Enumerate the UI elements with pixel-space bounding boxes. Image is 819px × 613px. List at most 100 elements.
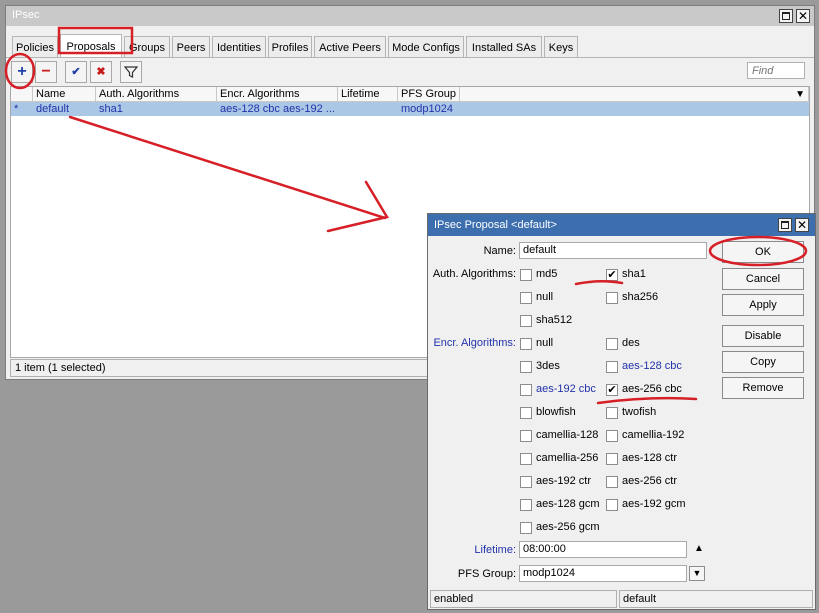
lifetime-label: Lifetime: xyxy=(474,544,516,556)
tab-groups[interactable]: Groups xyxy=(124,36,170,58)
encr-checkbox-aes-192-gcm[interactable] xyxy=(606,499,618,511)
tab-active-peers[interactable]: Active Peers xyxy=(314,36,386,58)
encr-checkbox-des[interactable] xyxy=(606,338,618,350)
tab-policies[interactable]: Policies xyxy=(12,36,58,58)
encr-label-aes-128-ctr: aes-128 ctr xyxy=(622,452,678,464)
disable-button[interactable]: ✖ xyxy=(90,61,112,83)
encr-label-null: null xyxy=(536,337,554,349)
auth-label-null: null xyxy=(536,291,554,303)
remove-button[interactable]: Remove xyxy=(722,377,804,399)
encr-label-aes-128-cbc: aes-128 cbc xyxy=(622,360,682,372)
lifetime-field[interactable]: 08:00:00 xyxy=(519,541,687,558)
column-filler: ▼ xyxy=(460,87,809,102)
find-input[interactable] xyxy=(747,62,805,79)
auth-label-sha512: sha512 xyxy=(536,314,573,326)
close-icon[interactable]: ✕ xyxy=(795,218,809,232)
auth-label-md5: md5 xyxy=(536,268,558,280)
tab-installed-sas[interactable]: Installed SAs xyxy=(466,36,542,58)
tab-proposals[interactable]: Proposals xyxy=(60,34,122,58)
encr-label-aes-256-gcm: aes-256 gcm xyxy=(536,521,600,533)
encr-algorithms-label: Encr. Algorithms: xyxy=(433,337,516,349)
encr-checkbox-aes-128-cbc[interactable] xyxy=(606,361,618,373)
filter-icon xyxy=(123,66,139,78)
encr-label-aes-192-ctr: aes-192 ctr xyxy=(536,475,592,487)
collapse-icon[interactable]: ▲ xyxy=(694,543,704,554)
encr-checkbox-aes-192-cbc[interactable] xyxy=(520,384,532,396)
encr-label-des: des xyxy=(622,337,640,349)
column-lifetime[interactable]: Lifetime xyxy=(338,87,398,102)
encr-checkbox-aes-256-ctr[interactable] xyxy=(606,476,618,488)
apply-button[interactable]: Apply xyxy=(722,294,804,316)
window-title-bar[interactable]: IPsec ✕ xyxy=(6,6,814,26)
encr-checkbox-camellia-128[interactable] xyxy=(520,430,532,442)
row-auth: sha1 xyxy=(99,103,123,115)
tab-mode-configs[interactable]: Mode Configs xyxy=(388,36,464,58)
auth-checkbox-sha512[interactable] xyxy=(520,315,532,327)
auth-label-sha256: sha256 xyxy=(622,291,659,303)
auth-checkbox-null[interactable] xyxy=(520,292,532,304)
encr-checkbox-aes-256-gcm[interactable] xyxy=(520,522,532,534)
encr-checkbox-aes-256-cbc[interactable]: ✔ xyxy=(606,384,618,396)
tab-keys[interactable]: Keys xyxy=(544,36,578,58)
encr-checkbox-twofish[interactable] xyxy=(606,407,618,419)
encr-checkbox-aes-128-ctr[interactable] xyxy=(606,453,618,465)
auth-checkbox-sha1[interactable]: ✔ xyxy=(606,269,618,281)
column-encr-algorithms[interactable]: Encr. Algorithms xyxy=(217,87,338,102)
encr-label-aes-128-gcm: aes-128 gcm xyxy=(536,498,600,510)
dialog-status-enabled: enabled xyxy=(430,590,617,608)
encr-label-aes-192-gcm: aes-192 gcm xyxy=(622,498,686,510)
encr-checkbox-3des[interactable] xyxy=(520,361,532,373)
copy-button[interactable]: Copy xyxy=(722,351,804,373)
tab-profiles[interactable]: Profiles xyxy=(268,36,312,58)
remove-button[interactable]: − xyxy=(35,61,57,83)
encr-label-camellia-256: camellia-256 xyxy=(536,452,599,464)
row-encr: aes-128 cbc aes-192 ... xyxy=(220,103,335,115)
encr-checkbox-aes-128-gcm[interactable] xyxy=(520,499,532,511)
proposal-dialog: IPsec Proposal <default> ✕ Name: default… xyxy=(427,213,816,610)
row-lifetime xyxy=(338,102,398,116)
column-auth-algorithms[interactable]: Auth. Algorithms xyxy=(96,87,217,102)
auth-checkbox-sha256[interactable] xyxy=(606,292,618,304)
encr-label-aes-256-cbc: aes-256 cbc xyxy=(622,383,682,395)
encr-label-twofish: twofish xyxy=(622,406,657,418)
name-field[interactable]: default xyxy=(519,242,707,259)
column-name[interactable]: Name xyxy=(33,87,96,102)
row-flag: * xyxy=(14,103,19,115)
dialog-title: IPsec Proposal <default> xyxy=(434,219,557,231)
encr-checkbox-camellia-192[interactable] xyxy=(606,430,618,442)
dropdown-arrow-icon[interactable]: ▼ xyxy=(689,566,705,581)
tab-identities[interactable]: Identities xyxy=(212,36,266,58)
encr-label-blowfish: blowfish xyxy=(536,406,576,418)
dialog-title-bar[interactable]: IPsec Proposal <default> ✕ xyxy=(428,214,815,236)
maximize-icon[interactable] xyxy=(779,9,793,23)
window-title: IPsec xyxy=(12,9,40,21)
add-button[interactable]: + xyxy=(11,61,33,83)
auth-label-sha1: sha1 xyxy=(622,268,646,280)
encr-label-3des: 3des xyxy=(536,360,560,372)
row-pfs: modp1024 xyxy=(401,103,453,115)
encr-checkbox-blowfish[interactable] xyxy=(520,407,532,419)
pfs-group-select[interactable]: modp1024 xyxy=(519,565,687,582)
encr-label-aes-192-cbc: aes-192 cbc xyxy=(536,383,596,395)
close-icon[interactable]: ✕ xyxy=(796,9,810,23)
ok-button[interactable]: OK xyxy=(722,241,804,263)
auth-checkbox-md5[interactable] xyxy=(520,269,532,281)
encr-checkbox-aes-192-ctr[interactable] xyxy=(520,476,532,488)
tab-peers[interactable]: Peers xyxy=(172,36,210,58)
auth-algorithms-label: Auth. Algorithms: xyxy=(432,268,516,280)
encr-label-camellia-128: camellia-128 xyxy=(536,429,599,441)
enable-button[interactable]: ✔ xyxy=(65,61,87,83)
dialog-status-name: default xyxy=(619,590,813,608)
cancel-button[interactable]: Cancel xyxy=(722,268,804,290)
pfs-group-label: PFS Group: xyxy=(457,568,516,580)
tab-divider xyxy=(6,57,814,58)
column-pfs-group[interactable]: PFS Group xyxy=(398,87,460,102)
disable-button[interactable]: Disable xyxy=(722,325,804,347)
name-label: Name: xyxy=(483,245,516,257)
column-menu-icon[interactable]: ▼ xyxy=(795,87,805,102)
status-bar: 1 item (1 selected) xyxy=(10,359,428,377)
maximize-icon[interactable] xyxy=(778,218,792,232)
encr-checkbox-null[interactable] xyxy=(520,338,532,350)
encr-checkbox-camellia-256[interactable] xyxy=(520,453,532,465)
filter-button[interactable] xyxy=(120,61,142,83)
